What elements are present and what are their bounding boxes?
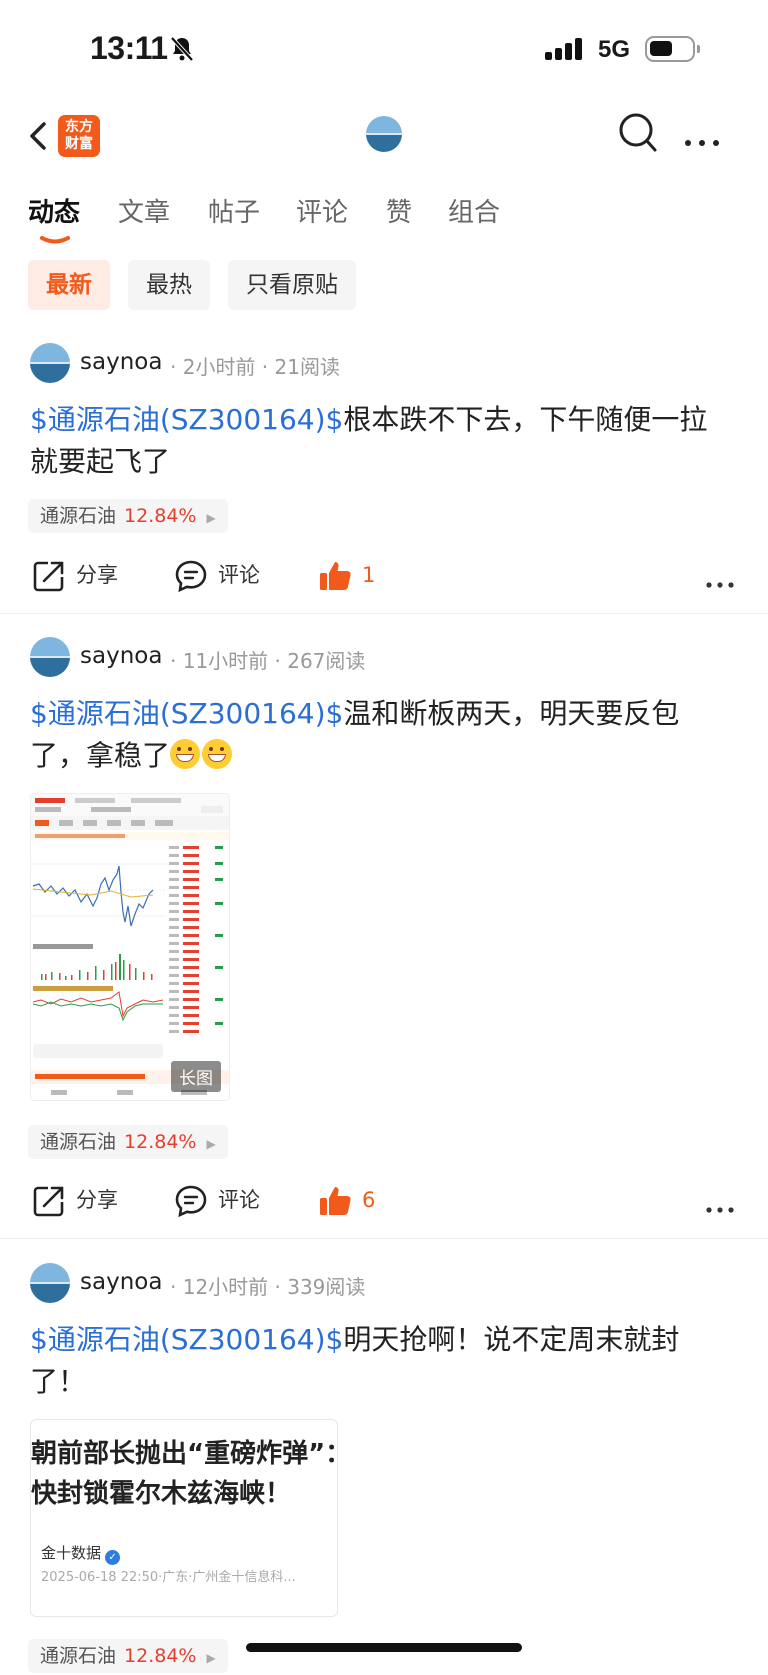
share-label: 分享 [76, 1188, 118, 1212]
stock-change: 12.84% [124, 1131, 197, 1153]
news-source-name: 金十数据 [41, 1544, 102, 1562]
avatar[interactable] [30, 343, 70, 383]
back-arrow-icon[interactable] [24, 116, 54, 156]
signal-icon [545, 38, 585, 64]
share-button[interactable]: 分享 [32, 555, 118, 595]
news-date: 2025-06-18 22:50·广东·广州金十信息科... [41, 1570, 296, 1585]
news-headline-line2: 快封锁霍尔木兹海峡！ [31, 1479, 292, 1509]
play-arrow-icon: ▶ [206, 511, 216, 525]
post-more-icon[interactable] [706, 573, 734, 592]
more-options-icon[interactable] [684, 132, 720, 151]
home-indicator[interactable] [246, 1643, 522, 1652]
stock-tag-link[interactable]: $通源石油(SZ300164)$ [30, 403, 343, 436]
stock-change: 12.84% [124, 1645, 197, 1667]
tab-articles[interactable]: 文章 [118, 192, 170, 229]
stock-tag-link[interactable]: $通源石油(SZ300164)$ [30, 1323, 343, 1356]
profile-tabs: 动态 文章 帖子 评论 赞 组合 [0, 178, 768, 244]
active-tab-indicator [40, 230, 70, 244]
post-meta: · 11小时前 · 267阅读 [170, 649, 366, 673]
username[interactable]: saynoa [80, 643, 162, 669]
share-button[interactable]: 分享 [32, 1180, 118, 1220]
stock-chart-screenshot [31, 794, 229, 1100]
divider [0, 613, 768, 614]
grin-emoji-icon [170, 739, 201, 769]
like-count: 6 [362, 1188, 376, 1212]
app-logo[interactable]: 东方 财富 [58, 115, 100, 157]
news-source: 金十数据 ✓ [41, 1542, 121, 1565]
bell-mute-icon [170, 36, 194, 66]
filter-latest[interactable]: 最新 [28, 260, 110, 310]
stock-chip[interactable]: 通源石油 12.84% ▶ [28, 1639, 228, 1673]
filter-original-only[interactable]: 只看原贴 [228, 260, 356, 310]
post-actions: 分享 评论 1 [0, 555, 768, 595]
logo-line2: 财富 [65, 136, 93, 152]
stock-name: 通源石油 [40, 505, 117, 527]
comment-button[interactable]: 评论 [174, 1180, 260, 1220]
news-headline-line1: 朝前部长抛出“重磅炸弹”： [31, 1439, 338, 1469]
post-content[interactable]: $通源石油(SZ300164)$明天抢啊！说不定周末就封了！ [30, 1319, 730, 1403]
status-bar: 13:11 5G [0, 0, 768, 100]
comment-icon [175, 1185, 207, 1218]
comment-label: 评论 [218, 563, 260, 587]
profile-avatar[interactable] [366, 116, 402, 152]
post-meta: · 12小时前 · 339阅读 [170, 1275, 366, 1299]
tab-posts[interactable]: 帖子 [208, 192, 260, 229]
grin-emoji-icon [202, 739, 233, 769]
stock-change: 12.84% [124, 505, 197, 527]
thumbs-up-icon [320, 562, 351, 590]
tab-comments[interactable]: 评论 [296, 192, 348, 229]
share-icon [33, 1186, 64, 1217]
stock-name: 通源石油 [40, 1131, 117, 1153]
divider [0, 1238, 768, 1239]
post-more-icon[interactable] [706, 1198, 734, 1217]
stock-chip[interactable]: 通源石油 12.84% ▶ [28, 499, 228, 533]
post-actions: 分享 评论 6 [0, 1180, 768, 1220]
username[interactable]: saynoa [80, 349, 162, 375]
verified-check-icon: ✓ [105, 1550, 121, 1565]
tab-portfolio[interactable]: 组合 [448, 192, 500, 229]
stock-name: 通源石油 [40, 1645, 117, 1667]
play-arrow-icon: ▶ [206, 1137, 216, 1151]
share-icon [33, 561, 64, 592]
thumbs-up-icon [320, 1187, 351, 1215]
post-content[interactable]: $通源石油(SZ300164)$温和断板两天，明天要反包了，拿稳了 [30, 693, 730, 777]
top-bar: 东方 财富 [0, 100, 768, 170]
share-label: 分享 [76, 563, 118, 587]
avatar[interactable] [30, 1263, 70, 1303]
stock-tag-link[interactable]: $通源石油(SZ300164)$ [30, 697, 343, 730]
filter-hot[interactable]: 最热 [128, 260, 210, 310]
username[interactable]: saynoa [80, 1269, 162, 1295]
comment-label: 评论 [218, 1188, 260, 1212]
comment-button[interactable]: 评论 [174, 555, 260, 595]
battery-icon [645, 36, 700, 62]
stock-chip[interactable]: 通源石油 12.84% ▶ [28, 1125, 228, 1159]
like-button[interactable]: 6 [318, 1180, 375, 1220]
logo-line1: 东方 [65, 119, 93, 135]
tab-likes[interactable]: 赞 [386, 192, 412, 229]
avatar[interactable] [30, 637, 70, 677]
play-arrow-icon: ▶ [206, 1651, 216, 1665]
like-button[interactable]: 1 [318, 555, 375, 595]
comment-icon [175, 560, 207, 593]
post-content[interactable]: $通源石油(SZ300164)$根本跌不下去，下午随便一拉就要起飞了 [30, 399, 730, 483]
like-count: 1 [362, 563, 376, 587]
post-image-thumbnail[interactable]: 长图 [30, 793, 230, 1101]
long-image-badge: 长图 [171, 1061, 221, 1092]
search-icon[interactable] [618, 112, 658, 158]
linked-news-card[interactable]: 朝前部长抛出“重磅炸弹”： 快封锁霍尔木兹海峡！ 金十数据 ✓ 2025-06-1… [30, 1419, 338, 1617]
status-time: 13:11 [90, 30, 168, 66]
post-meta: · 2小时前 · 21阅读 [170, 355, 340, 379]
network-type: 5G [598, 36, 631, 63]
tab-dynamics[interactable]: 动态 [28, 192, 80, 229]
news-headline: 朝前部长抛出“重磅炸弹”： 快封锁霍尔木兹海峡！ [31, 1434, 337, 1514]
